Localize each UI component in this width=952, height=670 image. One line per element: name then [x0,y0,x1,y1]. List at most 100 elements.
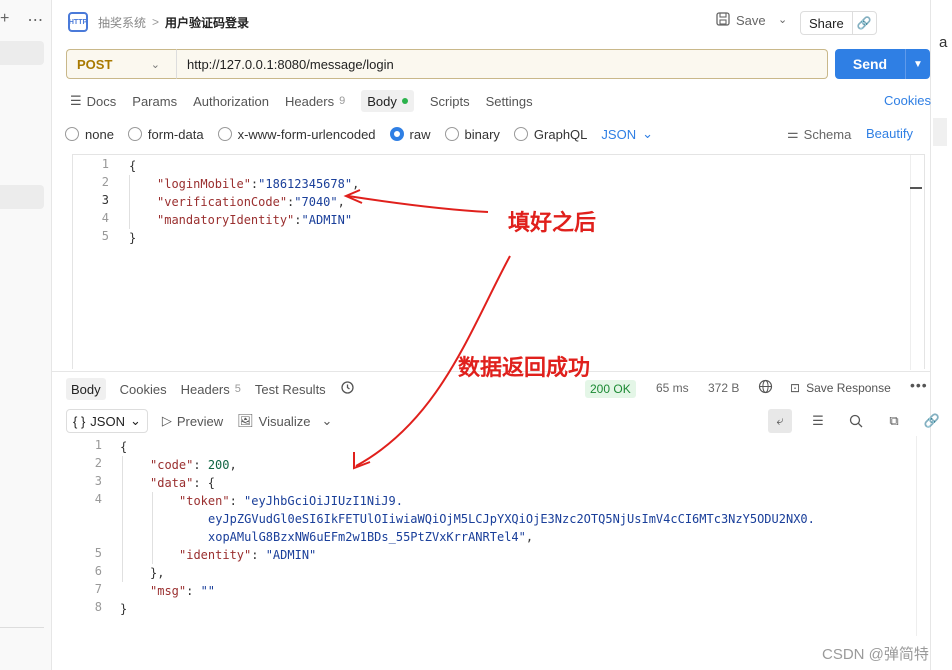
sidebar-item-selected[interactable] [0,185,44,209]
json-value: "eyJhbGciOiJIUzI1NiJ9. [244,494,403,508]
globe-icon[interactable] [758,379,773,397]
beautify-button[interactable]: Beautify [866,126,913,141]
response-scrollbar[interactable] [916,436,917,636]
code-token: : [294,213,302,227]
response-toolbar: { } JSON ⌄ ▷ Preview 🖼 Visualize ⌄ [66,409,332,433]
response-body-viewer[interactable]: 1 2 3 4 5 6 7 8 { "code": 200, "data": {… [66,436,918,636]
response-format-select[interactable]: { } JSON ⌄ [66,409,148,433]
code-line: "mandatoryIdentity":"ADMIN" [157,211,352,229]
body-format-select[interactable]: JSON ⌄ [601,126,653,142]
code-token: : [229,494,245,508]
resp-tab-test-results[interactable]: Test Results [255,382,326,397]
radio-button-selected[interactable] [389,127,404,141]
body-indicator-dot [401,98,408,104]
tab-headers[interactable]: Headers 9 [285,90,345,112]
history-icon[interactable] [340,380,355,398]
cookies-link[interactable]: Cookies [884,93,931,108]
image-icon: 🖼 [237,413,254,428]
more-icon[interactable]: ⋯ [27,10,43,30]
radio-none[interactable]: none [65,127,114,142]
radio-button[interactable] [127,127,142,141]
json-value: "18612345678" [258,177,353,191]
code-token: } [120,602,128,616]
radio-label: binary [464,126,500,142]
schema-button[interactable]: ⚌ Schema [787,126,851,142]
search-icon[interactable] [844,409,868,433]
resp-tab-headers[interactable]: Headers 5 [181,382,241,397]
chevron-down-icon: ⌄ [129,413,141,428]
save-options-chevron-icon[interactable]: ⌄ [778,13,787,26]
request-body-editor[interactable]: 1 2 3 4 5 { "loginMobile":"18612345678",… [72,154,925,370]
save-response-button[interactable]: ⊡ Save Response [790,381,891,395]
save-button[interactable]: Save [716,12,766,29]
breadcrumb-parent[interactable]: 抽奖系统 [98,14,146,31]
radio-binary[interactable]: binary [444,126,500,142]
json-key: "identity" [179,548,252,562]
save-label: Save [736,13,766,28]
response-size[interactable]: 372 B [708,381,739,395]
link-icon[interactable]: 🔗 [920,409,944,433]
resp-tab-body[interactable]: Body [66,378,106,400]
http-icon: HTTP [68,12,88,32]
code-line: } [129,229,136,247]
more-options-icon[interactable]: ••• [910,377,928,393]
line-number: 4 [94,492,102,506]
indent-guide [122,456,123,582]
radio-button[interactable] [217,127,232,141]
method-select[interactable]: POST ⌄ [66,49,176,79]
sidebar-item[interactable] [0,41,44,65]
schema-icon: ⚌ [787,126,799,141]
filter-icon[interactable]: ☰ [806,409,830,433]
line-number: 5 [94,546,102,560]
response-format-value: JSON [90,413,125,429]
save-response-icon: ⊡ [790,381,801,395]
radio-button[interactable] [513,127,528,141]
visualize-button[interactable]: 🖼 Visualize ⌄ [237,413,332,429]
wrap-lines-icon[interactable]: ⤶ [768,409,792,433]
send-options-chevron-icon[interactable]: ▼ [905,49,930,79]
code-token: { [129,159,137,173]
radio-raw[interactable]: raw [389,127,431,142]
tab-docs[interactable]: ☰ Docs [70,90,116,112]
preview-button[interactable]: ▷ Preview [162,413,223,429]
copy-icon[interactable]: ⧉ [882,409,906,433]
line-number: 3 [101,193,109,207]
annotation-filled: 填好之后 [508,211,597,236]
indent-guide [129,175,130,229]
indent-guide [152,492,153,564]
tab-authorization[interactable]: Authorization [193,90,269,112]
url-input[interactable]: http://127.0.0.1:8080/message/login [176,49,828,79]
tab-label: Body [367,93,397,109]
radio-graphql[interactable]: GraphQL [513,127,587,142]
radio-x-www-form-urlencoded[interactable]: x-www-form-urlencoded [217,127,376,142]
chevron-down-icon: ⌄ [150,58,160,71]
json-key: "token" [179,494,230,508]
body-type-options: none form-data x-www-form-urlencoded raw… [65,124,653,144]
tab-label: Authorization [193,93,269,109]
send-button[interactable]: Send ▼ [835,49,930,79]
tab-body[interactable]: Body [361,90,414,112]
line-number: 2 [101,175,109,189]
line-number: 6 [94,564,102,578]
tab-scripts[interactable]: Scripts [430,90,470,112]
radio-button[interactable] [65,127,79,141]
tab-label: Settings [485,93,533,109]
status-badge[interactable]: 200 OK [585,380,636,398]
response-time[interactable]: 65 ms [656,381,689,395]
share-button[interactable]: Share 🔗 [800,11,877,35]
link-icon[interactable]: 🔗 [851,12,876,34]
sidebar: + ⋯ [0,0,52,670]
code-line: "token": "eyJhbGciOiJIUzI1NiJ9. [179,492,403,510]
code-line-wrapped: xopAMulG8BzxNW6uEFm2w1BDs_55PtZVxKrrANRT… [208,528,533,546]
resp-tab-cookies[interactable]: Cookies [120,382,167,397]
tab-settings[interactable]: Settings [486,90,533,112]
json-key: "mandatoryIdentity" [157,213,295,227]
radio-form-data[interactable]: form-data [127,127,204,142]
json-value: 200 [207,458,230,472]
code-line: { [120,438,127,456]
share-label: Share [809,15,844,31]
chevron-down-icon: ⌄ [642,126,653,141]
tab-params[interactable]: Params [132,90,177,112]
radio-button[interactable] [444,127,459,141]
add-icon[interactable]: + [0,10,9,30]
